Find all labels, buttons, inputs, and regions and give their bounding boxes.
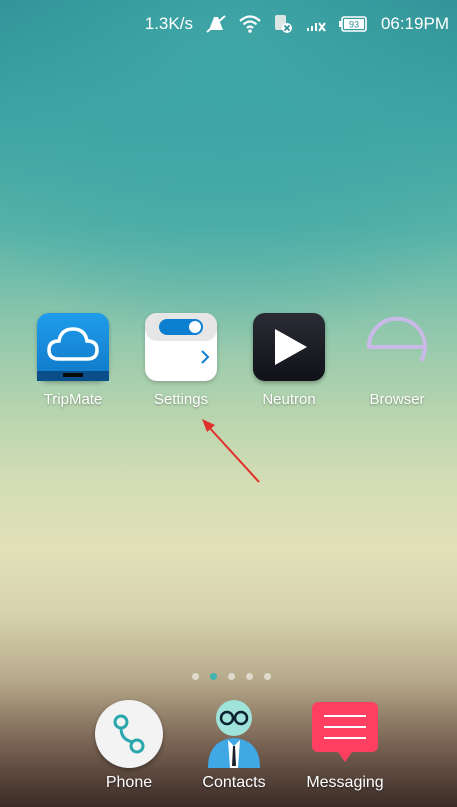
home-screen: 1.3K/s 93 06:19PM TripMate Settings Neut… [0, 0, 457, 807]
dock-label: Phone [105, 774, 153, 791]
dock-messaging[interactable]: Messaging [295, 700, 395, 792]
page-dot [228, 673, 235, 680]
dock-label: Messaging [306, 774, 384, 791]
phone-handset-icon [95, 700, 163, 768]
page-dot-active [210, 673, 217, 680]
message-bubble-icon [310, 700, 380, 768]
contact-person-icon [194, 694, 274, 768]
page-dot [246, 673, 253, 680]
page-dot [192, 673, 199, 680]
page-indicator [192, 673, 271, 680]
annotation-arrow [202, 419, 260, 483]
dock-label: Contacts [202, 774, 266, 791]
dock-contacts[interactable]: Contacts [189, 694, 279, 792]
dock-phone[interactable]: Phone [84, 700, 174, 792]
page-dot [264, 673, 271, 680]
